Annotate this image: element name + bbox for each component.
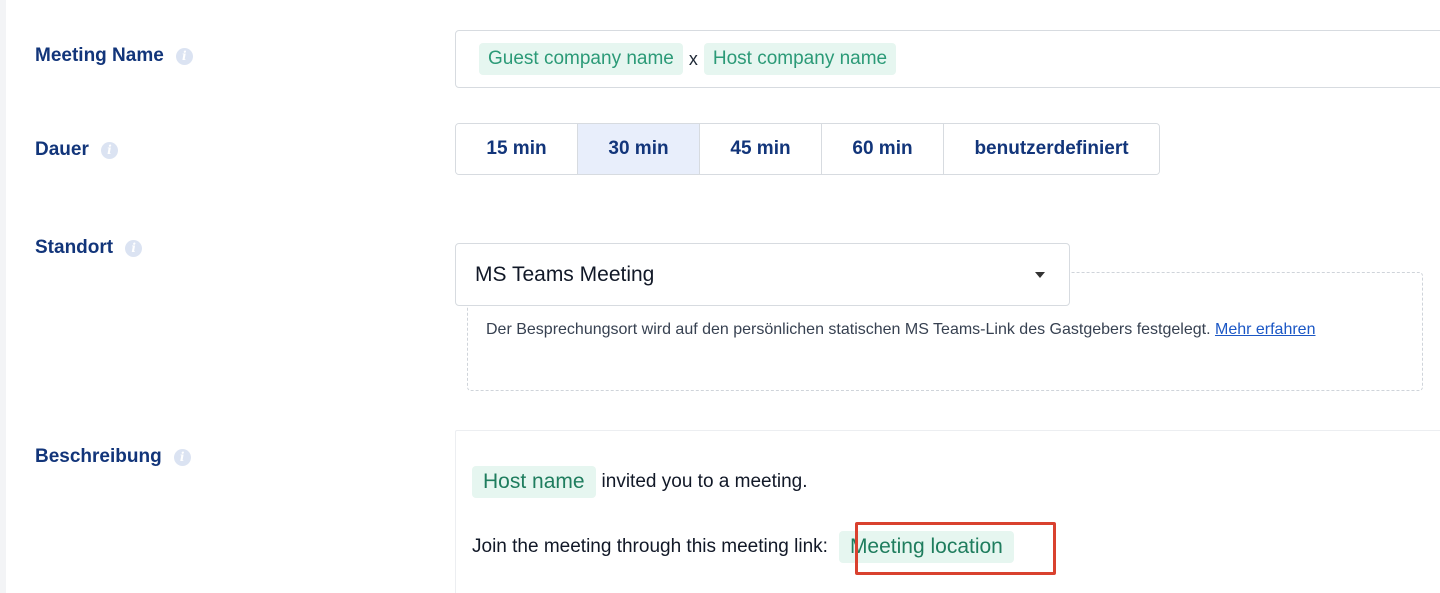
description-line-2: Join the meeting through this meeting li… [472, 531, 1014, 563]
left-rule [0, 0, 6, 593]
location-info-message: Der Besprechungsort wird auf den persönl… [486, 321, 1211, 338]
description-line-1-text: invited you to a meeting. [601, 471, 808, 492]
duration-option-custom[interactable]: benutzerdefiniert [944, 124, 1159, 174]
meeting-name-field[interactable]: Guest company name x Host company name [455, 30, 1440, 88]
duration-option-15[interactable]: 15 min [456, 124, 578, 174]
duration-option-30[interactable]: 30 min [578, 124, 700, 174]
host-name-chip[interactable]: Host name [472, 466, 596, 498]
host-company-token[interactable]: Host company name [703, 43, 897, 75]
duration-option-45[interactable]: 45 min [700, 124, 822, 174]
info-icon[interactable] [125, 239, 143, 257]
info-icon[interactable] [175, 47, 193, 65]
duration-selector: 15 min 30 min 45 min 60 min benutzerdefi… [455, 123, 1160, 175]
info-icon[interactable] [173, 448, 191, 466]
location-label-text: Standort [35, 237, 114, 258]
location-select[interactable]: MS Teams Meeting [455, 243, 1070, 306]
duration-option-60[interactable]: 60 min [822, 124, 944, 174]
description-line-2-text: Join the meeting through this meeting li… [472, 536, 828, 557]
location-select-value: MS Teams Meeting [475, 262, 655, 286]
meeting-location-chip[interactable]: Meeting location [838, 531, 1014, 563]
name-separator: x [688, 48, 698, 69]
duration-label: Dauer [35, 139, 118, 161]
description-label-text: Beschreibung [35, 446, 162, 467]
description-label: Beschreibung [35, 446, 191, 468]
info-icon[interactable] [100, 141, 118, 159]
guest-company-token[interactable]: Guest company name [479, 43, 683, 75]
description-editor[interactable] [455, 430, 1440, 593]
meeting-name-label: Meeting Name [35, 45, 193, 67]
meeting-name-label-text: Meeting Name [35, 45, 164, 66]
description-line-1: Host name invited you to a meeting. [472, 466, 808, 498]
location-info-text: Der Besprechungsort wird auf den persönl… [486, 321, 1315, 339]
location-label: Standort [35, 237, 143, 259]
learn-more-link[interactable]: Mehr erfahren [1215, 321, 1316, 338]
duration-label-text: Dauer [35, 139, 89, 160]
caret-down-icon [1035, 272, 1045, 278]
